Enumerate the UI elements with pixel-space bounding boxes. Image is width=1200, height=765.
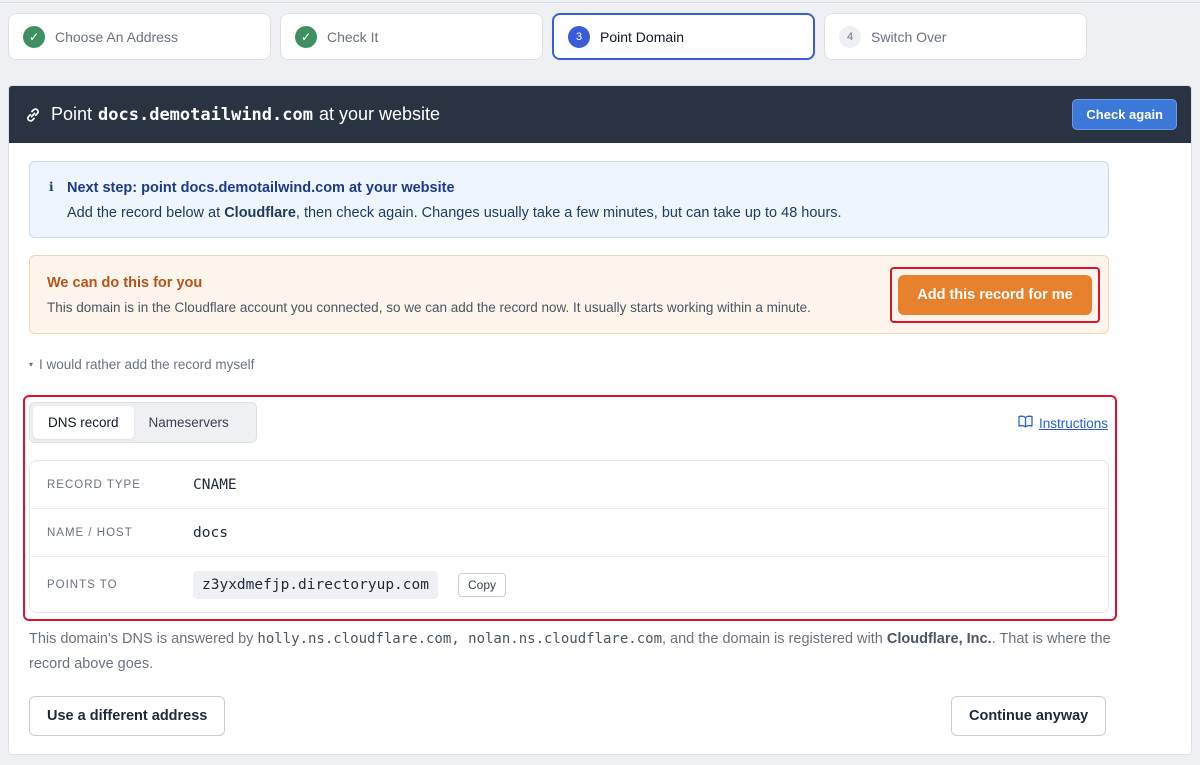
manual-toggle-label: I would rather add the record myself: [39, 357, 255, 372]
record-type-row: RECORD TYPE CNAME: [30, 461, 1108, 509]
add-record-button[interactable]: Add this record for me: [898, 275, 1092, 315]
step-switch-over[interactable]: 4 Switch Over: [824, 13, 1087, 60]
tab-nameservers[interactable]: Nameservers: [134, 406, 244, 439]
info-icon: i: [49, 180, 54, 194]
step-point-domain[interactable]: 3 Point Domain: [552, 13, 815, 60]
use-different-address-button[interactable]: Use a different address: [29, 696, 226, 736]
step-label: Point Domain: [600, 28, 685, 45]
caret-down-icon: ▾: [29, 360, 34, 369]
record-value: CNAME: [193, 476, 237, 493]
step-number: 4: [839, 25, 861, 48]
instructions-label: Instructions: [1038, 415, 1108, 431]
info-body: Add the record below at Cloudflare, then…: [67, 205, 842, 221]
continue-anyway-button[interactable]: Continue anyway: [951, 696, 1107, 736]
name-host-row: NAME / HOST docs: [30, 509, 1108, 557]
note-text: This domain's DNS is answered by: [29, 631, 258, 647]
dns-tabs: DNS record Nameservers: [29, 402, 257, 443]
info-body-text: Add the record below at: [67, 205, 225, 221]
step-label: Check It: [327, 28, 379, 45]
point-domain-card: Point docs.demotailwind.com at your webs…: [8, 85, 1192, 755]
registrar-name: Cloudflare, Inc.: [886, 631, 992, 647]
dns-explanation: This domain's DNS is answered by holly.n…: [29, 627, 1114, 677]
step-number: 3: [568, 25, 590, 48]
copy-button[interactable]: Copy: [458, 573, 507, 597]
link-icon: [25, 106, 43, 124]
top-divider: [0, 2, 1200, 3]
card-header: Point docs.demotailwind.com at your webs…: [9, 86, 1191, 143]
info-body-text: , then check again. Changes usually take…: [295, 205, 842, 221]
record-label: NAME / HOST: [47, 526, 133, 539]
check-icon: ✓: [23, 25, 45, 48]
step-label: Switch Over: [871, 28, 947, 45]
instructions-link[interactable]: Instructions: [1018, 415, 1108, 431]
wizard-steps: ✓ Choose An Address ✓ Check It 3 Point D…: [8, 13, 1087, 60]
title-suffix: at your website: [318, 104, 441, 124]
tab-dns-record[interactable]: DNS record: [33, 406, 134, 439]
nameserver-list: holly.ns.cloudflare.com, nolan.ns.cloudf…: [257, 631, 662, 647]
book-icon: [1018, 415, 1033, 431]
step-label: Choose An Address: [55, 28, 178, 45]
page-title: Point docs.demotailwind.com at your webs…: [51, 104, 440, 125]
step-check-it[interactable]: ✓ Check It: [280, 13, 543, 60]
record-label: RECORD TYPE: [47, 478, 141, 491]
record-value[interactable]: z3yxdmefjp.directoryup.com: [193, 571, 438, 599]
check-icon: ✓: [295, 25, 317, 48]
next-step-info: i Next step: point docs.demotailwind.com…: [29, 161, 1109, 238]
record-label: POINTS TO: [47, 579, 118, 591]
highlight-frame: Add this record for me: [890, 267, 1100, 323]
info-provider: Cloudflare: [224, 205, 296, 221]
step-choose-address[interactable]: ✓ Choose An Address: [8, 13, 271, 60]
check-again-button[interactable]: Check again: [1072, 99, 1177, 130]
info-heading: Next step: point docs.demotailwind.com a…: [67, 180, 455, 196]
auto-add-offer: We can do this for you This domain is in…: [29, 255, 1109, 334]
offer-body: This domain is in the Cloudflare account…: [47, 300, 811, 315]
dns-record-table: RECORD TYPE CNAME NAME / HOST docs POINT…: [29, 460, 1109, 613]
offer-heading: We can do this for you: [47, 275, 203, 291]
title-prefix: Point: [51, 104, 93, 124]
record-value: docs: [193, 524, 228, 541]
manual-record-toggle[interactable]: ▾ I would rather add the record myself: [29, 357, 254, 372]
points-to-row: POINTS TO z3yxdmefjp.directoryup.com Cop…: [30, 557, 1108, 612]
note-text: , and the domain is registered with: [662, 631, 887, 647]
title-domain: docs.demotailwind.com: [98, 105, 313, 125]
